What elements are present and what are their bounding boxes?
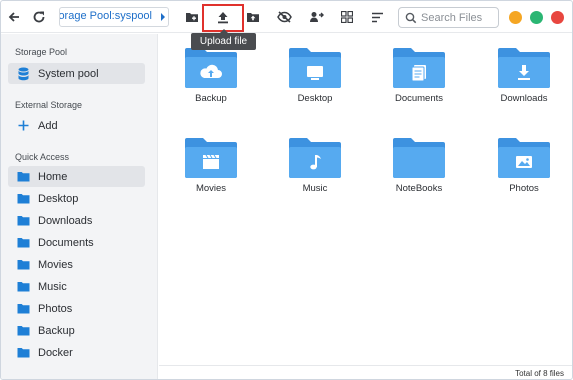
upload-folder-icon[interactable]: [242, 7, 264, 27]
storage-pool-title: Storage Pool: [15, 47, 68, 57]
folder-icon: [8, 325, 38, 336]
folder-name: Movies: [195, 183, 227, 194]
folder-icon: [8, 237, 38, 248]
sidebar-item-label: Desktop: [38, 192, 79, 205]
new-folder-icon[interactable]: [181, 7, 203, 27]
folder-name: Documents: [394, 93, 444, 104]
folder-icon: [393, 48, 445, 88]
image-icon: [516, 156, 532, 168]
sidebar-item-music[interactable]: Music: [8, 276, 145, 297]
sidebar-item-label: System pool: [38, 67, 99, 80]
sidebar-item-label: Backup: [38, 324, 75, 337]
close-button[interactable]: [551, 11, 564, 24]
status-bar: Total of 8 files: [159, 365, 572, 379]
file-grid: Backup Desktop Documents Downloads Movie…: [159, 34, 572, 379]
sidebar-item-documents[interactable]: Documents: [8, 232, 145, 253]
share-icon[interactable]: [305, 7, 327, 27]
folder-music[interactable]: Music: [263, 137, 367, 194]
file-count: Total of 8 files: [515, 369, 564, 378]
folder-movies[interactable]: Movies: [159, 137, 263, 194]
minimize-button[interactable]: [509, 11, 522, 24]
file-manager-window: orage Pool:syspool Search Files Upload f…: [0, 0, 573, 380]
add-label: Add: [38, 119, 58, 132]
quick-access-title: Quick Access: [15, 152, 70, 162]
sidebar-item-label: Docker: [38, 346, 73, 359]
sidebar: Storage Pool System pool External Storag…: [1, 34, 158, 379]
path-text: orage Pool:syspool: [59, 10, 152, 22]
back-icon[interactable]: [3, 7, 25, 27]
sidebar-item-label: Movies: [38, 258, 73, 271]
folder-documents[interactable]: Documents: [367, 47, 471, 104]
folder-icon: [289, 48, 341, 88]
grid-view-icon[interactable]: [336, 7, 358, 27]
database-icon: [8, 67, 38, 81]
sidebar-item-label: Downloads: [38, 214, 93, 227]
folder-name: Backup: [195, 93, 227, 104]
folder-icon: [185, 48, 237, 88]
folder-name: Desktop: [297, 93, 333, 104]
sidebar-item-home[interactable]: Home: [8, 166, 145, 187]
clapperboard-icon: [203, 154, 219, 169]
hide-icon[interactable]: [273, 7, 295, 27]
folder-name: Downloads: [500, 93, 548, 104]
folder-icon: [185, 138, 237, 178]
sidebar-item-photos[interactable]: Photos: [8, 298, 145, 319]
search-input[interactable]: [421, 10, 497, 25]
folder-name: Music: [302, 183, 328, 194]
upload-tooltip: Upload file: [191, 29, 256, 50]
search-box[interactable]: [398, 7, 499, 28]
sidebar-item-movies[interactable]: Movies: [8, 254, 145, 275]
maximize-button[interactable]: [530, 11, 543, 24]
sidebar-item-label: Music: [38, 280, 67, 293]
folder-photos[interactable]: Photos: [472, 137, 572, 194]
folder-icon: [498, 48, 550, 88]
folder-icon: [289, 138, 341, 178]
folder-icon: [8, 193, 38, 204]
folder-icon: [8, 281, 38, 292]
folder-icon: [498, 138, 550, 178]
sidebar-item-docker[interactable]: Docker: [8, 342, 145, 363]
folder-notebooks[interactable]: NoteBooks: [367, 137, 471, 194]
folder-icon: [8, 303, 38, 314]
external-storage-title: External Storage: [15, 100, 83, 110]
upload-highlight-box: [202, 4, 244, 32]
folder-downloads[interactable]: Downloads: [472, 47, 572, 104]
add-storage-button[interactable]: Add: [8, 115, 145, 136]
sidebar-item-downloads[interactable]: Downloads: [8, 210, 145, 231]
sort-icon[interactable]: [366, 7, 388, 27]
folder-name: Photos: [509, 183, 539, 194]
toolbar: orage Pool:syspool: [1, 1, 572, 33]
folder-desktop[interactable]: Desktop: [263, 47, 367, 104]
folder-icon: [8, 347, 38, 358]
sidebar-item-label: Documents: [38, 236, 94, 249]
folder-icon: [393, 138, 445, 178]
documents-icon: [411, 65, 426, 82]
plus-icon: [8, 120, 38, 131]
sidebar-item-backup[interactable]: Backup: [8, 320, 145, 341]
path-breadcrumb[interactable]: orage Pool:syspool: [59, 7, 169, 27]
folder-name: NoteBooks: [395, 183, 443, 194]
sidebar-item-label: Home: [38, 170, 68, 183]
refresh-icon[interactable]: [28, 7, 50, 27]
folder-backup[interactable]: Backup: [159, 47, 263, 104]
path-arrow-icon: [161, 13, 165, 21]
folder-icon: [8, 171, 38, 182]
folder-icon: [8, 259, 38, 270]
search-icon: [405, 12, 417, 24]
sidebar-item-desktop[interactable]: Desktop: [8, 188, 145, 209]
sidebar-item-label: Photos: [38, 302, 73, 315]
folder-icon: [8, 215, 38, 226]
sidebar-item-system-pool[interactable]: System pool: [8, 63, 145, 84]
